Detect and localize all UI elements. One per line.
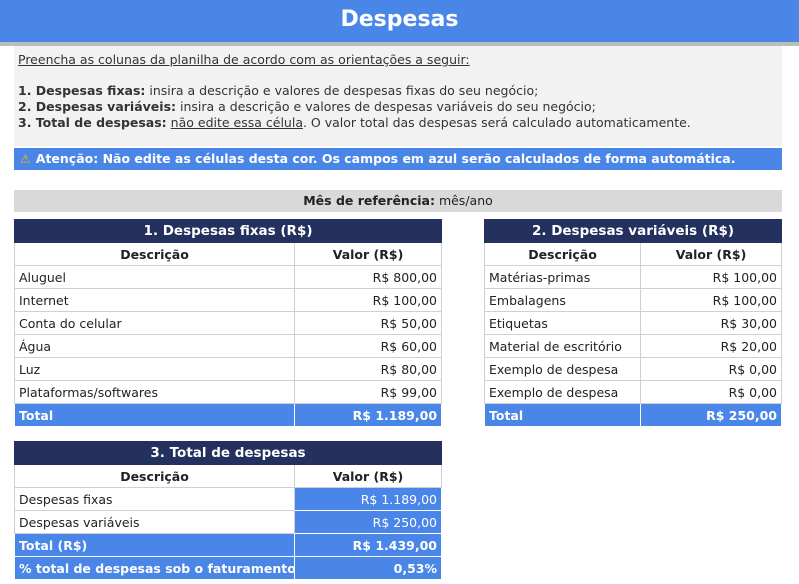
table-row: Internet R$ 100,00 [14,288,443,312]
table-row: Exemplo de despesa R$ 0,00 [484,380,783,404]
table-row: Exemplo de despesa R$ 0,00 [484,357,783,381]
instruction-label: 2. Despesas variáveis: [18,99,177,114]
description-cell[interactable]: Material de escritório [484,334,641,358]
column-header-value: Valor (R$) [293,242,443,266]
description-cell[interactable]: Exemplo de despesa [484,380,641,404]
total-label: Total (R$) [14,533,295,557]
total-expenses-title: 3. Total de despesas [14,441,442,465]
instructions-intro: Preencha as colunas da planilha de acord… [18,52,470,67]
value-cell[interactable]: R$ 80,00 [293,357,443,381]
warning-icon: ⚠ [20,152,31,166]
table-row: Matérias-primas R$ 100,00 [484,265,783,289]
description-cell[interactable]: Etiquetas [484,311,641,335]
variable-expenses-table: 2. Despesas variáveis (R$) Descrição Val… [483,219,783,427]
reference-month-row: Mês de referência: mês/ano [14,190,782,212]
percentage-row: % total de despesas sob o faturamento 0,5… [14,556,442,580]
description-cell[interactable]: Matérias-primas [484,265,641,289]
description-cell[interactable]: Água [14,334,295,358]
description-cell[interactable]: Internet [14,288,295,312]
description-cell[interactable]: Aluguel [14,265,295,289]
description-cell: Despesas variáveis [14,510,295,534]
total-value: R$ 1.439,00 [294,533,442,557]
value-cell[interactable]: R$ 99,00 [293,380,443,404]
column-header-description: Descrição [14,242,295,266]
column-header-value: Valor (R$) [639,242,783,266]
instruction-text: insira a descrição e valores de despesas… [176,99,596,114]
value-cell[interactable]: R$ 60,00 [293,334,443,358]
description-cell[interactable]: Exemplo de despesa [484,357,641,381]
value-cell[interactable]: R$ 30,00 [639,311,783,335]
value-cell[interactable]: R$ 100,00 [639,288,783,312]
instruction-text: insira a descrição e valores de despesas… [145,83,539,98]
table-row: Conta do celular R$ 50,00 [14,311,443,335]
column-header-description: Descrição [14,464,295,488]
value-cell[interactable]: R$ 100,00 [639,265,783,289]
warning-text: Atenção: Não edite as células desta cor.… [35,151,736,166]
value-cell[interactable]: R$ 0,00 [639,357,783,381]
percentage-label: % total de despesas sob o faturamento [14,556,295,580]
table-row: Material de escritório R$ 20,00 [484,334,783,358]
percentage-value: 0,53% [294,556,442,580]
total-row: Total (R$) R$ 1.439,00 [14,533,442,557]
instruction-label: 1. Despesas fixas: [18,83,146,98]
value-cell[interactable]: R$ 50,00 [293,311,443,335]
total-row: Total R$ 1.189,00 [14,403,443,427]
instructions-box: Preencha as colunas da planilha de acord… [14,46,782,146]
description-cell: Despesas fixas [14,487,295,511]
table-row: Despesas variáveis R$ 250,00 [14,510,442,534]
instruction-text: . O valor total das despesas será calcul… [302,115,691,130]
variable-expenses-title: 2. Despesas variáveis (R$) [483,219,783,243]
value-cell: R$ 250,00 [294,510,442,534]
table-row: Luz R$ 80,00 [14,357,443,381]
total-expenses-table: 3. Total de despesas Descrição Valor (R$… [14,441,442,580]
value-cell: R$ 1.189,00 [294,487,442,511]
fixed-expenses-table: 1. Despesas fixas (R$) Descrição Valor (… [13,219,443,427]
total-label: Total [14,403,295,427]
warning-banner: ⚠ Atenção: Não edite as células desta cor… [14,148,782,170]
value-cell[interactable]: R$ 20,00 [639,334,783,358]
description-cell[interactable]: Embalagens [484,288,641,312]
instruction-total: 3. Total de despesas: não edite essa cél… [18,115,691,130]
value-cell[interactable]: R$ 0,00 [639,380,783,404]
fixed-expenses-title: 1. Despesas fixas (R$) [13,219,443,243]
instruction-fixed: 1. Despesas fixas: insira a descrição e … [18,83,538,98]
reference-month-label: Mês de referência: [303,193,435,208]
page-title: Despesas [0,0,799,42]
total-value: R$ 1.189,00 [293,403,443,427]
table-row: Aluguel R$ 800,00 [14,265,443,289]
table-row: Embalagens R$ 100,00 [484,288,783,312]
column-header-value: Valor (R$) [294,464,442,488]
instruction-variable: 2. Despesas variáveis: insira a descriçã… [18,99,596,114]
column-header-description: Descrição [484,242,641,266]
table-row: Despesas fixas R$ 1.189,00 [14,487,442,511]
total-label: Total [484,403,641,427]
reference-month-value[interactable]: mês/ano [439,193,493,208]
value-cell[interactable]: R$ 100,00 [293,288,443,312]
total-value: R$ 250,00 [639,403,783,427]
table-row: Água R$ 60,00 [14,334,443,358]
description-cell[interactable]: Conta do celular [14,311,295,335]
table-row: Plataformas/softwares R$ 99,00 [14,380,443,404]
instruction-text-underlined: não edite essa célula [170,115,303,130]
description-cell[interactable]: Plataformas/softwares [14,380,295,404]
table-row: Etiquetas R$ 30,00 [484,311,783,335]
value-cell[interactable]: R$ 800,00 [293,265,443,289]
total-row: Total R$ 250,00 [484,403,783,427]
description-cell[interactable]: Luz [14,357,295,381]
instruction-label: 3. Total de despesas: [18,115,167,130]
